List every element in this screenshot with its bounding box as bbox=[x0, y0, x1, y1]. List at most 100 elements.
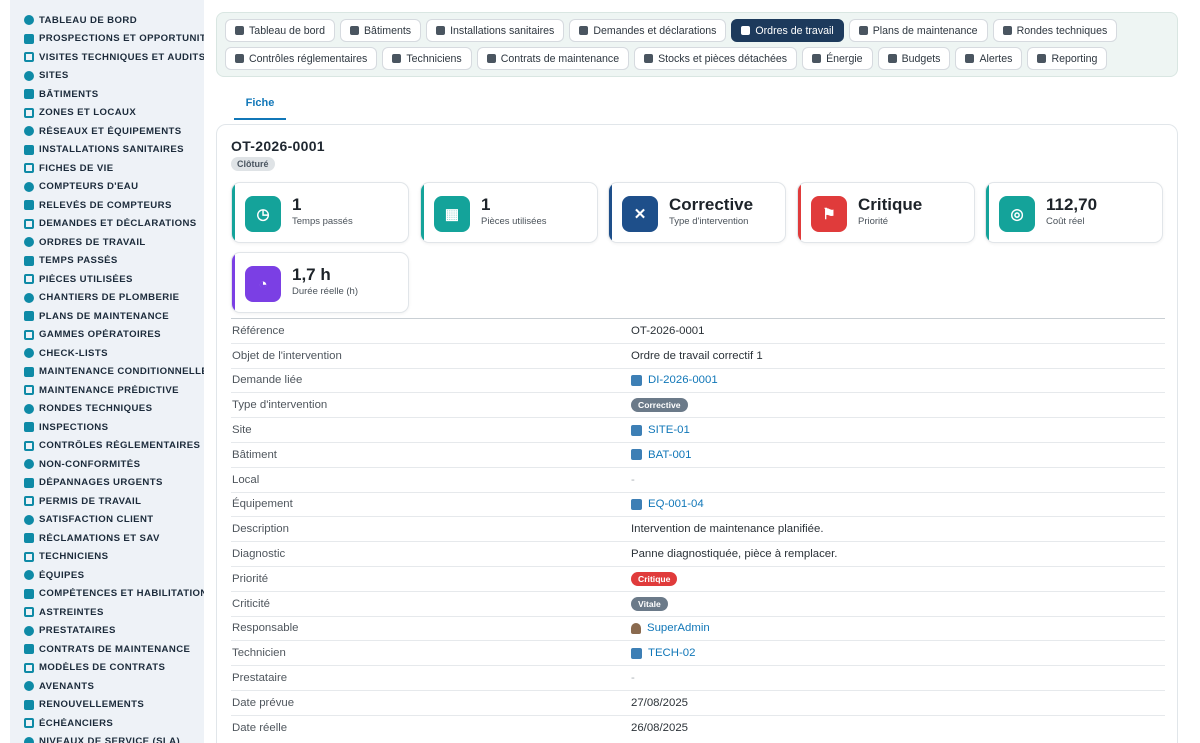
permit-icon bbox=[24, 496, 34, 507]
sidebar-item[interactable]: Avenants bbox=[10, 677, 204, 696]
record-link-icon bbox=[631, 449, 642, 461]
module-tab[interactable]: Techniciens bbox=[382, 47, 472, 70]
sidebar-item[interactable]: Réclamations et SAV bbox=[10, 529, 204, 548]
sidebar-item-label: Contrôles réglementaires bbox=[39, 440, 201, 452]
detail-label: Responsable bbox=[232, 622, 299, 635]
pie-icon bbox=[1037, 54, 1047, 63]
module-tab[interactable]: Tableau de bord bbox=[225, 19, 335, 42]
detail-value: Vitale bbox=[631, 596, 1165, 611]
sidebar-item[interactable]: Chantiers de plomberie bbox=[10, 289, 204, 308]
sidebar-item-label: Réseaux et équipements bbox=[39, 125, 182, 137]
sidebar-item[interactable]: Gammes opératoires bbox=[10, 326, 204, 345]
sidebar-item[interactable]: Renouvellements bbox=[10, 696, 204, 715]
sidebar-item[interactable]: Fiches de vie bbox=[10, 159, 204, 178]
detail-value: Corrective bbox=[631, 398, 1165, 413]
schedule-icon bbox=[24, 718, 34, 729]
visit-icon bbox=[24, 52, 34, 63]
sidebar-item[interactable]: Plans de maintenance bbox=[10, 307, 204, 326]
sidebar-item[interactable]: Niveaux de service (SLA) bbox=[10, 733, 204, 743]
sidebar-item[interactable]: Inspections bbox=[10, 418, 204, 437]
sidebar-item[interactable]: Installations sanitaires bbox=[10, 141, 204, 160]
sidebar-item[interactable]: Visites techniques et audits bbox=[10, 48, 204, 67]
sidebar-item[interactable]: Compétences et habilitations bbox=[10, 585, 204, 604]
module-tab[interactable]: Plans de maintenance bbox=[848, 19, 988, 42]
module-tab[interactable]: Rondes techniques bbox=[992, 19, 1118, 42]
record-link[interactable]: EQ-001-04 bbox=[648, 498, 704, 510]
route-icon bbox=[24, 403, 34, 414]
sidebar-item[interactable]: Astreintes bbox=[10, 603, 204, 622]
module-tab[interactable]: Budgets bbox=[877, 47, 951, 70]
sidebar-item-label: Tableau de bord bbox=[39, 14, 138, 26]
sidebar-item[interactable]: Techniciens bbox=[10, 548, 204, 567]
module-tab-label: Demandes et déclarations bbox=[593, 24, 717, 37]
record-link[interactable]: BAT-001 bbox=[648, 449, 691, 461]
module-tab[interactable]: Reporting bbox=[1027, 47, 1108, 70]
sidebar-item-label: Renouvellements bbox=[39, 699, 145, 711]
sidebar-item[interactable]: Sites bbox=[10, 67, 204, 86]
clock-icon bbox=[24, 255, 34, 266]
sidebar-item[interactable]: Check-lists bbox=[10, 344, 204, 363]
module-tab[interactable]: Stocks et pièces détachées bbox=[634, 47, 798, 70]
cogs-icon bbox=[24, 144, 34, 155]
user-link[interactable]: SuperAdmin bbox=[647, 622, 710, 634]
record-link[interactable]: DI-2026-0001 bbox=[648, 374, 718, 386]
sidebar-item[interactable]: Contrôles réglementaires bbox=[10, 437, 204, 456]
sidebar-item[interactable]: Réseaux et équipements bbox=[10, 122, 204, 141]
sidebar-item-label: Sites bbox=[39, 70, 69, 82]
record-link[interactable]: TECH-02 bbox=[648, 647, 695, 659]
sidebar-item[interactable]: Ordres de travail bbox=[10, 233, 204, 252]
sidebar-item[interactable]: Bâtiments bbox=[10, 85, 204, 104]
sidebar-item[interactable]: Tableau de bord bbox=[10, 11, 204, 30]
sidebar-item[interactable]: Demandes et déclarations bbox=[10, 215, 204, 234]
sidebar-item[interactable]: Compteurs d'eau bbox=[10, 178, 204, 197]
sidebar-item[interactable]: Maintenance prédictive bbox=[10, 381, 204, 400]
sidebar-item[interactable]: Satisfaction client bbox=[10, 511, 204, 530]
sidebar-item[interactable]: Prospections et opportunités bbox=[10, 30, 204, 49]
module-tab[interactable]: Alertes bbox=[955, 47, 1023, 70]
sidebar-item[interactable]: Permis de travail bbox=[10, 492, 204, 511]
sidebar-item[interactable]: Équipes bbox=[10, 566, 204, 585]
sidebar-item[interactable]: Contrats de maintenance bbox=[10, 640, 204, 659]
module-tab[interactable]: Contrôles réglementaires bbox=[225, 47, 378, 70]
detail-value: Ordre de travail correctif 1 bbox=[631, 350, 1165, 362]
module-tab[interactable]: Installations sanitaires bbox=[426, 19, 565, 42]
sidebar-item[interactable]: Relevés de compteurs bbox=[10, 196, 204, 215]
list-icon bbox=[24, 329, 34, 340]
module-tab[interactable]: Ordres de travail bbox=[731, 19, 844, 42]
value-badge: Critique bbox=[631, 571, 678, 586]
kpi-accent bbox=[609, 183, 612, 242]
kpi-accent bbox=[421, 183, 424, 242]
tab-fiche[interactable]: Fiche bbox=[234, 97, 286, 120]
detail-row: Type d'intervention Corrective bbox=[231, 392, 1165, 417]
module-tab[interactable]: Énergie bbox=[802, 47, 873, 70]
module-tab[interactable]: Bâtiments bbox=[339, 19, 422, 42]
contract-icon bbox=[24, 644, 34, 655]
detail-value: 26/08/2025 bbox=[631, 722, 1165, 734]
sidebar-item[interactable]: Prestataires bbox=[10, 622, 204, 641]
sidebar-item[interactable]: Échéanciers bbox=[10, 714, 204, 733]
record-link[interactable]: SITE-01 bbox=[648, 424, 690, 436]
sidebar-item[interactable]: Rondes techniques bbox=[10, 400, 204, 419]
detail-text: 27/08/2025 bbox=[631, 696, 689, 709]
kpi-value: 1 bbox=[292, 195, 302, 214]
detail-label: Date prévue bbox=[232, 696, 295, 709]
gauge-icon bbox=[24, 181, 34, 192]
sidebar-item[interactable]: Non-conformités bbox=[10, 455, 204, 474]
sidebar-item[interactable]: Modèles de contrats bbox=[10, 659, 204, 678]
sidebar-item[interactable]: Temps passés bbox=[10, 252, 204, 271]
sidebar-item[interactable]: Dépannages urgents bbox=[10, 474, 204, 493]
sidebar-item-label: Relevés de compteurs bbox=[39, 199, 172, 211]
detail-label: Description bbox=[232, 523, 289, 536]
kpi-card: ⚑ Critique Priorité bbox=[797, 182, 975, 243]
module-tab[interactable]: Demandes et déclarations bbox=[569, 19, 727, 42]
sidebar-item-label: Niveaux de service (SLA) bbox=[39, 736, 181, 743]
sidebar-item[interactable]: Maintenance conditionnelle bbox=[10, 363, 204, 382]
coins-icon: ◎ bbox=[999, 196, 1035, 232]
sidebar-item[interactable]: Zones et locaux bbox=[10, 104, 204, 123]
kpi-label: Temps passés bbox=[292, 216, 353, 227]
reading-icon bbox=[24, 200, 34, 211]
chart-icon bbox=[24, 385, 34, 396]
sidebar-item[interactable]: Pièces utilisées bbox=[10, 270, 204, 289]
module-tab[interactable]: Contrats de maintenance bbox=[476, 47, 630, 70]
kpi-value: 112,70 bbox=[1046, 195, 1098, 214]
